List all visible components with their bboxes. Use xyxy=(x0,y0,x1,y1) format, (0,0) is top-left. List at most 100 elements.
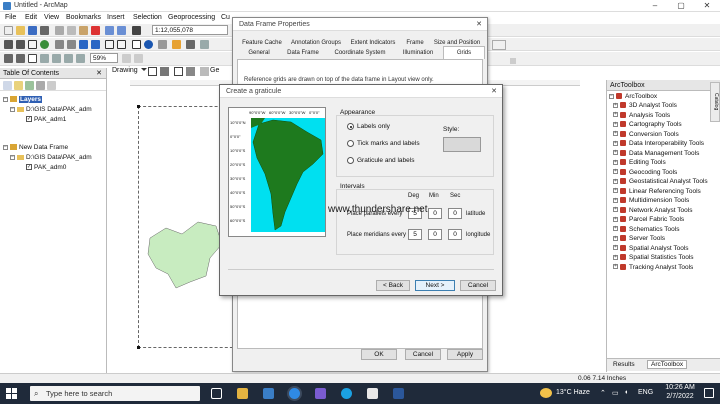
expand-icon[interactable]: + xyxy=(613,112,618,118)
expand-icon[interactable]: + xyxy=(613,131,618,137)
toolbox-item[interactable]: + Geostatistical Analyst Tools xyxy=(613,178,708,185)
text-icon[interactable] xyxy=(186,67,195,76)
toolbox-item[interactable]: + Schematics Tools xyxy=(613,226,679,233)
option-graticule-labels[interactable]: Graticule and labels xyxy=(347,157,414,164)
print-icon[interactable] xyxy=(40,26,49,35)
expand-icon[interactable]: + xyxy=(613,178,618,184)
radio-graticule-labels[interactable] xyxy=(347,157,354,164)
toolbox-item[interactable]: + Cartography Tools xyxy=(613,121,682,128)
expand-icon[interactable]: + xyxy=(613,159,618,165)
new-icon[interactable] xyxy=(4,26,13,35)
back-button[interactable]: < Back xyxy=(376,280,410,291)
drawing-toolbar-label[interactable]: Drawing xyxy=(112,67,138,74)
volume-icon[interactable]: ◖ xyxy=(624,389,628,396)
parallels-min-input[interactable]: 0 xyxy=(428,208,442,219)
menu-customize[interactable]: Cu xyxy=(221,14,230,21)
expand-icon[interactable]: + xyxy=(613,226,618,232)
dfp-apply-button[interactable]: Apply xyxy=(447,349,483,360)
toolbox-item[interactable]: + Geocoding Tools xyxy=(613,169,677,176)
list-by-selection-icon[interactable] xyxy=(36,81,45,90)
measure-icon[interactable] xyxy=(172,40,181,49)
dfp-close-icon[interactable]: ✕ xyxy=(476,18,482,31)
toolbox-item[interactable]: + Network Analyst Tools xyxy=(613,207,692,214)
select-elements-icon[interactable] xyxy=(132,40,141,49)
arcmap-taskbar-icon[interactable] xyxy=(263,388,274,399)
identify-icon[interactable] xyxy=(144,40,153,49)
focus-frame-icon[interactable] xyxy=(134,54,143,63)
expand-icon[interactable]: + xyxy=(613,197,618,203)
toolbox-item[interactable]: + Spatial Analyst Tools xyxy=(613,245,689,252)
toc-layers-frame[interactable]: − Layers xyxy=(3,96,42,103)
expand-icon[interactable]: + xyxy=(613,245,618,251)
meridians-deg-input[interactable]: 5 xyxy=(408,229,422,240)
rotate-icon[interactable] xyxy=(160,67,169,76)
drawing-select-icon[interactable] xyxy=(148,67,157,76)
toolbox-item[interactable]: +3D Analyst Tools xyxy=(613,102,677,109)
tab-annotation-groups[interactable]: Annotation Groups xyxy=(287,38,345,48)
collapse-icon[interactable]: − xyxy=(609,93,614,99)
menu-file[interactable]: File xyxy=(5,14,16,21)
layout-back-icon[interactable] xyxy=(64,54,73,63)
html-popup-icon[interactable] xyxy=(200,40,209,49)
toolbox-item[interactable]: + Server Tools xyxy=(613,235,665,242)
clear-selection-icon[interactable] xyxy=(117,40,126,49)
list-by-drawing-order-icon[interactable] xyxy=(3,81,12,90)
cut-icon[interactable] xyxy=(55,26,64,35)
expand-icon[interactable]: + xyxy=(613,102,618,108)
toc-layer2[interactable]: ✓ PAK_adm0 xyxy=(26,164,66,171)
toggle-draft-icon[interactable] xyxy=(122,54,131,63)
toolbox-item[interactable]: + Data Management Tools xyxy=(613,150,699,157)
expand-icon[interactable]: + xyxy=(613,216,618,222)
toc-layer1[interactable]: ✓ PAK_adm1 xyxy=(26,116,66,123)
edge-icon[interactable] xyxy=(341,388,352,399)
font-icon[interactable] xyxy=(200,67,209,76)
graticule-close-icon[interactable]: ✕ xyxy=(491,85,497,98)
tab-grids[interactable]: Grids xyxy=(443,46,485,59)
pan-icon[interactable] xyxy=(28,40,37,49)
dfp-cancel-button[interactable]: Cancel xyxy=(405,349,441,360)
expand-icon[interactable]: + xyxy=(613,150,618,156)
language-indicator[interactable]: ENG xyxy=(638,389,653,396)
toc-path1[interactable]: − D:\GIS Data\PAK_adm xyxy=(10,106,92,113)
maximize-button[interactable]: ▢ xyxy=(672,0,690,12)
tab-frame[interactable]: Frame xyxy=(401,38,429,48)
select-features-icon[interactable] xyxy=(105,40,114,49)
toc-close-icon[interactable]: ✕ xyxy=(96,68,102,79)
parallels-sec-input[interactable]: 0 xyxy=(448,208,462,219)
paste-icon[interactable] xyxy=(79,26,88,35)
tab-feature-cache[interactable]: Feature Cache xyxy=(239,38,285,48)
radio-tick-marks[interactable] xyxy=(347,140,354,147)
clock-time[interactable]: 10:26 AM xyxy=(662,384,698,391)
menu-selection[interactable]: Selection xyxy=(133,14,162,21)
selection-handle[interactable] xyxy=(137,346,140,349)
redo-icon[interactable] xyxy=(117,26,126,35)
expand-icon[interactable]: + xyxy=(613,264,618,270)
weather-text[interactable]: 13°C Haze xyxy=(556,389,590,396)
toolbox-item[interactable]: + Linear Referencing Tools xyxy=(613,188,701,195)
tab-arctoolbox[interactable]: ArcToolbox xyxy=(647,360,688,369)
meridians-min-input[interactable]: 0 xyxy=(428,229,442,240)
drawing-dropdown-icon[interactable] xyxy=(141,68,147,74)
menu-insert[interactable]: Insert xyxy=(107,14,125,21)
collapse-icon[interactable]: − xyxy=(3,96,8,102)
tab-extent-indicators[interactable]: Extent Indicators xyxy=(347,38,399,48)
expand-icon[interactable]: + xyxy=(613,121,618,127)
toc-options-icon[interactable] xyxy=(47,81,56,90)
arctoolbox-root[interactable]: − ArcToolbox xyxy=(609,93,657,100)
windows-start-icon[interactable] xyxy=(6,388,17,399)
clock-date[interactable]: 2/7/2022 xyxy=(662,393,698,400)
collapse-icon[interactable]: − xyxy=(10,106,15,112)
toolbox-item[interactable]: + Tracking Analyst Tools xyxy=(613,264,693,271)
task-view-icon[interactable] xyxy=(211,388,222,399)
radio-labels-only[interactable] xyxy=(347,123,354,130)
full-extent-icon[interactable] xyxy=(40,40,49,49)
tray-chevron-icon[interactable]: ⌃ xyxy=(600,389,606,397)
toc-frame1-label[interactable]: Layers xyxy=(19,96,42,103)
minimize-button[interactable]: – xyxy=(646,0,664,12)
option-labels-only[interactable]: Labels only xyxy=(347,123,390,130)
app-icon[interactable] xyxy=(315,388,326,399)
find-icon[interactable] xyxy=(158,40,167,49)
next-button[interactable]: Next > xyxy=(415,280,455,291)
dfp-ok-button[interactable]: OK xyxy=(361,349,397,360)
notification-icon[interactable] xyxy=(704,388,714,398)
